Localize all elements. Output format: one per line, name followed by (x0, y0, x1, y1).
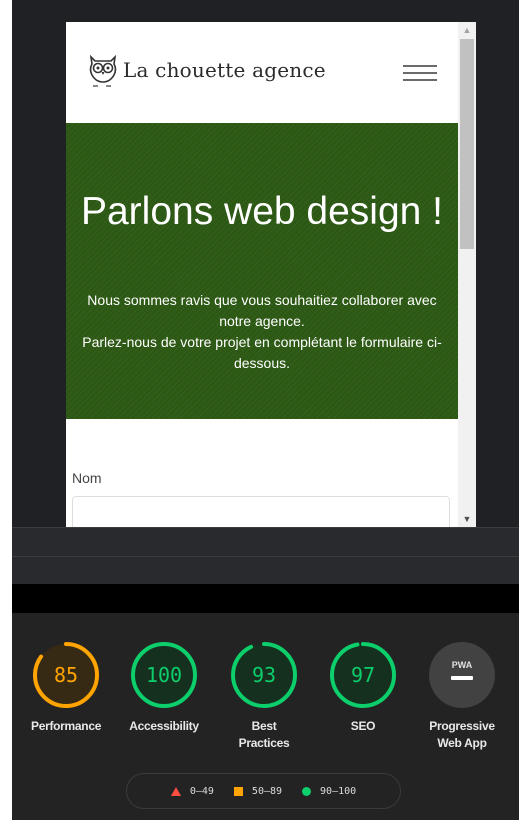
pwa-badge-text: PWA (452, 660, 473, 670)
devtools-subtoolbar (12, 556, 519, 585)
gauge-seo[interactable]: 97 SEO (328, 640, 398, 735)
devtools-toolbar (12, 527, 519, 557)
page-preview[interactable]: La chouette agence Parlons web design ! … (66, 22, 458, 527)
legend-fail-range: 0–49 (189, 785, 214, 797)
legend-average-range: 50–89 (251, 785, 283, 797)
accessibility-gauge-icon: 100 (131, 642, 197, 708)
gauge-performance[interactable]: 85 Performance (31, 640, 101, 735)
owl-logo-icon (89, 54, 117, 87)
legend-pass: 90–100 (302, 786, 356, 797)
preview-scrollbar[interactable]: ▲ ▼ (458, 22, 476, 527)
gauge-best-practices[interactable]: 93 Best Practices (229, 640, 299, 752)
performance-score: 85 (54, 663, 78, 687)
best-practices-gauge-icon: 93 (231, 642, 297, 708)
hero-text-line-2: Parlez-nous de votre projet en complétan… (82, 334, 442, 371)
circle-icon (302, 786, 312, 796)
site-header: La chouette agence (66, 22, 458, 123)
legend-pass-range: 90–100 (320, 785, 357, 797)
gauge-pwa[interactable]: PWA Progressive Web App (426, 640, 498, 752)
seo-gauge-icon: 97 (330, 642, 396, 708)
seo-score: 97 (351, 663, 375, 687)
legend-average: 50–89 (233, 785, 283, 797)
hero-title: Parlons web design ! (80, 190, 444, 233)
legend-fail: 0–49 (170, 785, 214, 797)
hero-banner: Parlons web design ! Nous sommes ravis q… (66, 123, 458, 419)
name-input[interactable] (72, 496, 450, 527)
report-header-bar (12, 584, 519, 613)
performance-gauge-icon: 85 (33, 642, 99, 708)
seo-label: SEO (350, 719, 376, 733)
accessibility-score: 100 (146, 663, 182, 687)
accessibility-label: Accessibility (129, 719, 199, 733)
site-logo[interactable]: La chouette agence (86, 52, 326, 88)
brand-name: La chouette agence (123, 58, 326, 82)
name-label: Nom (72, 470, 102, 486)
gauge-accessibility[interactable]: 100 Accessibility (129, 640, 199, 735)
best-practices-score: 93 (252, 663, 276, 687)
hero-text: Nous sommes ravis que vous souhaitiez co… (76, 290, 448, 374)
hero-text-line-1: Nous sommes ravis que vous souhaitiez co… (87, 292, 437, 329)
pwa-badge-icon: PWA (429, 642, 495, 708)
scroll-thumb[interactable] (460, 39, 474, 249)
hamburger-menu-icon[interactable] (403, 65, 437, 81)
best-practices-label: Best Practices (238, 719, 290, 750)
scroll-down-icon[interactable]: ▼ (458, 511, 476, 527)
performance-label: Performance (31, 719, 102, 733)
triangle-icon (170, 786, 181, 796)
square-icon (233, 786, 243, 796)
pwa-label: Progressive Web App (429, 719, 495, 750)
score-scale-legend: 0–49 50–89 90–100 (126, 773, 401, 809)
scroll-up-icon[interactable]: ▲ (458, 22, 476, 38)
